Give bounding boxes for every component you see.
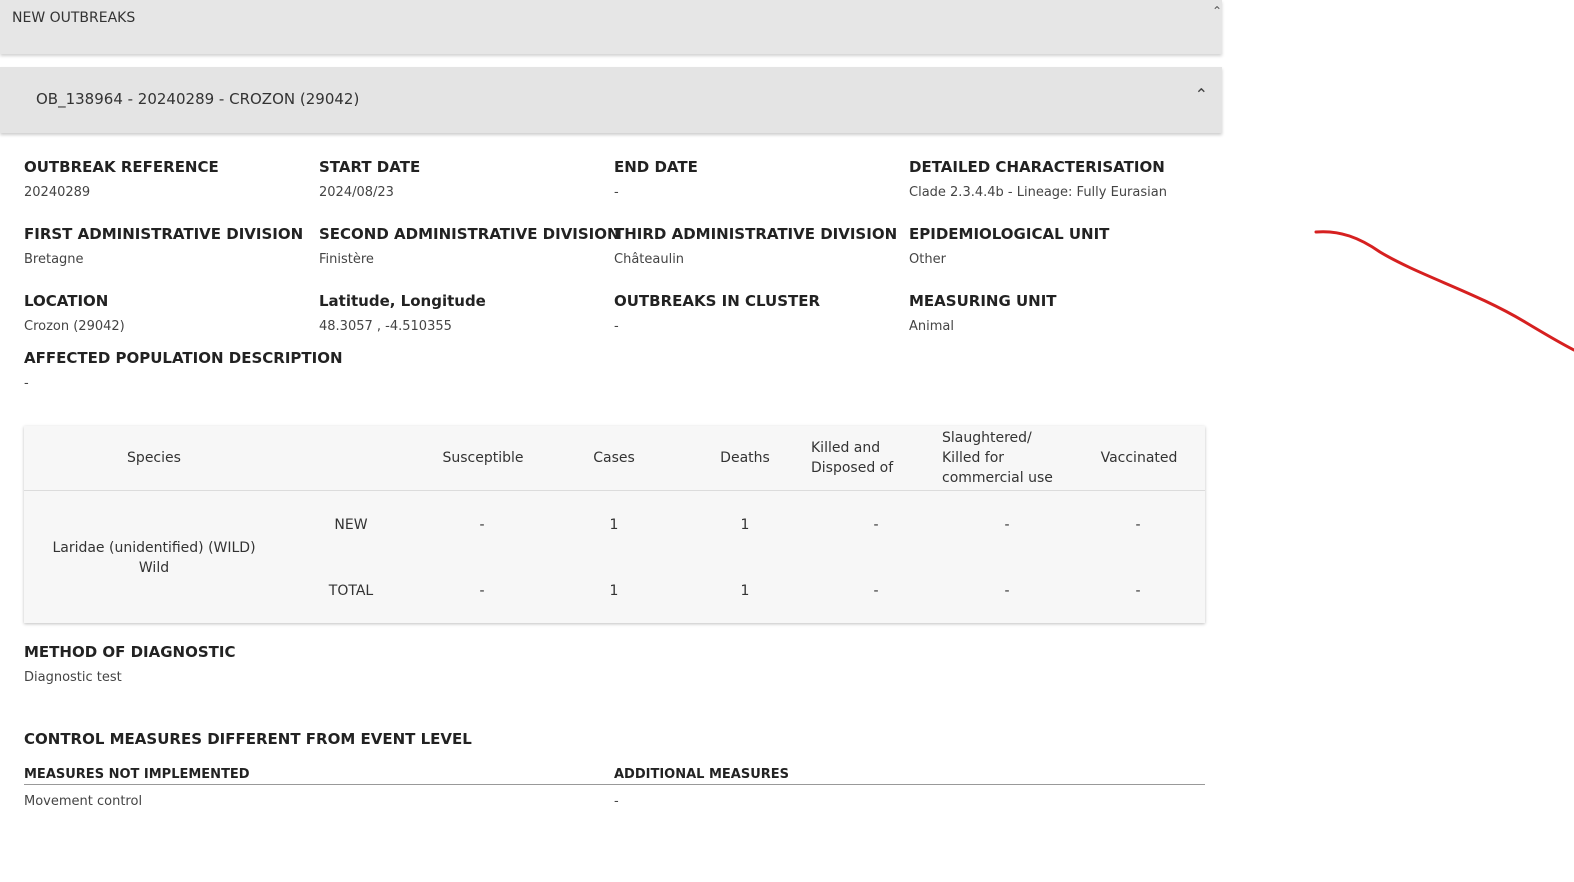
cell-total-deaths: 1 xyxy=(740,583,750,599)
field-label: METHOD OF DIAGNOSTIC xyxy=(24,643,236,661)
field-value: Bretagne xyxy=(24,252,84,267)
field-label: OUTBREAK REFERENCE xyxy=(24,158,219,176)
cell-new-susceptible: - xyxy=(479,517,485,533)
field-latitude-longitude: Latitude, Longitude 48.3057 , -4.510355 xyxy=(319,292,486,334)
measures-not-implemented-label: MEASURES NOT IMPLEMENTED xyxy=(24,767,250,782)
col-header-vaccinated: Vaccinated xyxy=(1100,450,1178,466)
header-divider xyxy=(24,490,1205,491)
field-third-admin-division: THIRD ADMINISTRATIVE DIVISION Châteaulin xyxy=(614,225,897,267)
row-label-total: TOTAL xyxy=(328,583,374,599)
field-value: 20240289 xyxy=(24,185,91,200)
annotation-stroke xyxy=(1314,230,1574,352)
field-value: - xyxy=(614,185,619,200)
field-value: Animal xyxy=(909,319,954,334)
field-value: Diagnostic test xyxy=(24,670,122,685)
col-header-cases: Cases xyxy=(593,450,635,466)
chevron-up-icon[interactable]: ⌃ xyxy=(1212,4,1222,18)
col-header-species: Species xyxy=(127,450,181,466)
field-label: FIRST ADMINISTRATIVE DIVISION xyxy=(24,225,304,243)
control-measures-divider xyxy=(24,784,1205,785)
field-label: SECOND ADMINISTRATIVE DIVISION xyxy=(319,225,620,243)
cell-total-slaughtered: - xyxy=(1004,583,1010,599)
cell-new-killed-disposed: - xyxy=(873,517,879,533)
field-label: EPIDEMIOLOGICAL UNIT xyxy=(909,225,1110,243)
field-value: - xyxy=(24,376,29,391)
col-header-slaughtered: Slaughtered/ Killed for commercial use xyxy=(942,430,1053,486)
cell-total-susceptible: - xyxy=(479,583,485,599)
cell-total-cases: 1 xyxy=(609,583,619,599)
field-start-date: START DATE 2024/08/23 xyxy=(319,158,420,200)
control-measures-title: CONTROL MEASURES DIFFERENT FROM EVENT LE… xyxy=(24,730,472,748)
species-cell: Laridae (unidentified) (WILD) Wild xyxy=(44,538,264,578)
measures-not-implemented-value: Movement control xyxy=(24,794,143,809)
field-value: 2024/08/23 xyxy=(319,185,394,200)
field-label: Latitude, Longitude xyxy=(319,292,486,310)
outbreak-accordion-header[interactable]: OB_138964 - 20240289 - CROZON (29042) ⌃ xyxy=(0,67,1222,133)
additional-measures-label: ADDITIONAL MEASURES xyxy=(614,767,790,782)
field-first-admin-division: FIRST ADMINISTRATIVE DIVISION Bretagne xyxy=(24,225,303,267)
additional-measures-value: - xyxy=(614,794,619,809)
field-value: Crozon (29042) xyxy=(24,319,125,334)
cell-new-slaughtered: - xyxy=(1004,517,1010,533)
outbreak-title: OB_138964 - 20240289 - CROZON (29042) xyxy=(36,90,360,108)
species-type: Wild xyxy=(138,560,170,576)
field-label: LOCATION xyxy=(24,292,109,310)
field-end-date: END DATE - xyxy=(614,158,698,200)
field-value: - xyxy=(614,319,619,334)
field-value: Clade 2.3.4.4b - Lineage: Fully Eurasian xyxy=(909,185,1167,200)
cell-new-vaccinated: - xyxy=(1135,517,1141,533)
cell-total-vaccinated: - xyxy=(1135,583,1141,599)
species-table: Species Susceptible Cases Deaths Killed … xyxy=(24,426,1205,623)
field-label: START DATE xyxy=(319,158,421,176)
col-header-killed-disposed: Killed and Disposed of xyxy=(811,440,894,476)
field-label: END DATE xyxy=(614,158,698,176)
section-title: NEW OUTBREAKS xyxy=(12,10,136,26)
cell-new-cases: 1 xyxy=(609,517,619,533)
field-location: LOCATION Crozon (29042) xyxy=(24,292,125,334)
field-outbreaks-in-cluster: OUTBREAKS IN CLUSTER - xyxy=(614,292,820,334)
species-name: Laridae (unidentified) (WILD) xyxy=(52,540,256,556)
field-epidemiological-unit: EPIDEMIOLOGICAL UNIT Other xyxy=(909,225,1109,267)
field-detailed-characterisation: DETAILED CHARACTERISATION Clade 2.3.4.4b… xyxy=(909,158,1167,200)
cell-total-killed-disposed: - xyxy=(873,583,879,599)
chevron-up-icon[interactable]: ⌃ xyxy=(1195,85,1208,104)
field-second-admin-division: SECOND ADMINISTRATIVE DIVISION Finistère xyxy=(319,225,620,267)
col-header-deaths: Deaths xyxy=(720,450,770,466)
new-outbreaks-header[interactable]: NEW OUTBREAKS ⌃ xyxy=(0,0,1222,54)
field-outbreak-reference: OUTBREAK REFERENCE 20240289 xyxy=(24,158,219,200)
field-label: DETAILED CHARACTERISATION xyxy=(909,158,1165,176)
field-value: 48.3057 , -4.510355 xyxy=(319,319,452,334)
row-label-new: NEW xyxy=(334,517,368,533)
field-value: Finistère xyxy=(319,252,374,267)
field-value: Other xyxy=(909,252,946,267)
field-label: AFFECTED POPULATION DESCRIPTION xyxy=(24,349,343,367)
field-measuring-unit: MEASURING UNIT Animal xyxy=(909,292,1057,334)
cell-new-deaths: 1 xyxy=(740,517,750,533)
col-header-susceptible: Susceptible xyxy=(442,450,524,466)
field-method-of-diagnostic: METHOD OF DIAGNOSTIC Diagnostic test xyxy=(24,643,236,685)
field-label: OUTBREAKS IN CLUSTER xyxy=(614,292,821,310)
field-label: MEASURING UNIT xyxy=(909,292,1057,310)
field-label: THIRD ADMINISTRATIVE DIVISION xyxy=(614,225,898,243)
field-value: Châteaulin xyxy=(614,252,685,267)
field-affected-population: AFFECTED POPULATION DESCRIPTION - xyxy=(24,349,343,391)
